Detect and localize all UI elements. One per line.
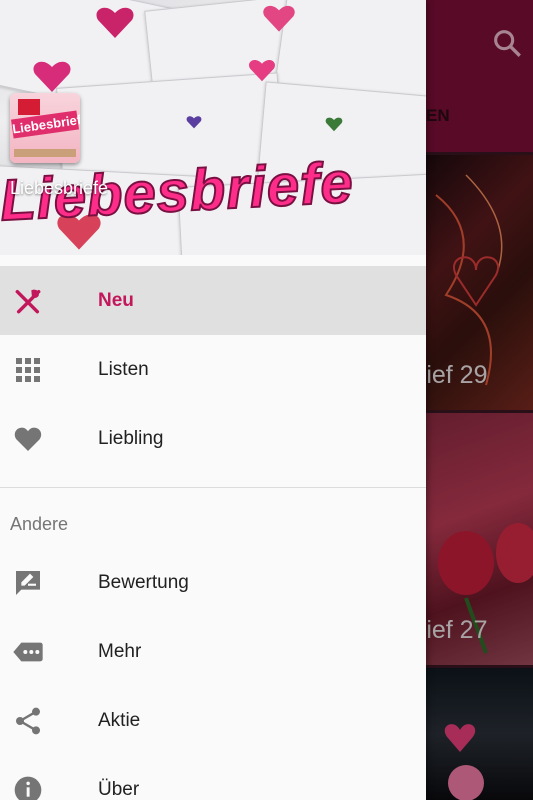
heart-icon (14, 427, 42, 451)
drawer-header: Liebesbriefe Liebesbriefe Liebesbriefe (0, 0, 426, 255)
logo-mailbox (18, 99, 40, 115)
app-logo: Liebesbriefe (10, 93, 80, 163)
heart-decoration-icon (263, 5, 295, 32)
info-icon (14, 776, 42, 800)
heart-decoration-icon (186, 116, 202, 129)
drawer-menu: Neu Listen Liebling Andere Bewertung Meh… (0, 266, 426, 800)
heart-decoration-icon (33, 61, 71, 92)
section-title: Andere (10, 514, 69, 534)
menu-item-liebling[interactable]: Liebling (0, 404, 426, 473)
app-name: Liebesbriefe (10, 178, 109, 198)
logo-base (14, 149, 76, 157)
fork-knife-icon (15, 289, 41, 314)
menu-item-neu[interactable]: Neu (0, 266, 426, 335)
menu-item-ueber[interactable]: Über (0, 755, 426, 800)
menu-item-listen[interactable]: Listen (0, 335, 426, 404)
heart-decoration-icon (325, 117, 343, 132)
heart-decoration-icon (249, 59, 275, 82)
menu-item-label: Neu (98, 289, 134, 311)
menu-item-label: Listen (98, 358, 149, 380)
menu-item-label: Mehr (98, 640, 142, 662)
share-icon (16, 707, 40, 735)
heart-decoration-icon (96, 7, 134, 38)
menu-item-label: Bewertung (98, 571, 189, 593)
scrim[interactable] (426, 0, 533, 800)
menu-item-label: Aktie (98, 709, 141, 731)
more-tag-icon (13, 642, 43, 662)
section-header-andere: Andere (0, 488, 426, 548)
navigation-drawer: Liebesbriefe Liebesbriefe Liebesbriefe N… (0, 0, 426, 800)
rate-review-icon (16, 571, 40, 595)
menu-item-aktie[interactable]: Aktie (0, 686, 426, 755)
grid-icon (16, 358, 40, 382)
menu-item-label: Liebling (98, 427, 164, 449)
menu-item-mehr[interactable]: Mehr (0, 617, 426, 686)
menu-item-label: Über (98, 778, 140, 800)
menu-item-bewertung[interactable]: Bewertung (0, 548, 426, 617)
